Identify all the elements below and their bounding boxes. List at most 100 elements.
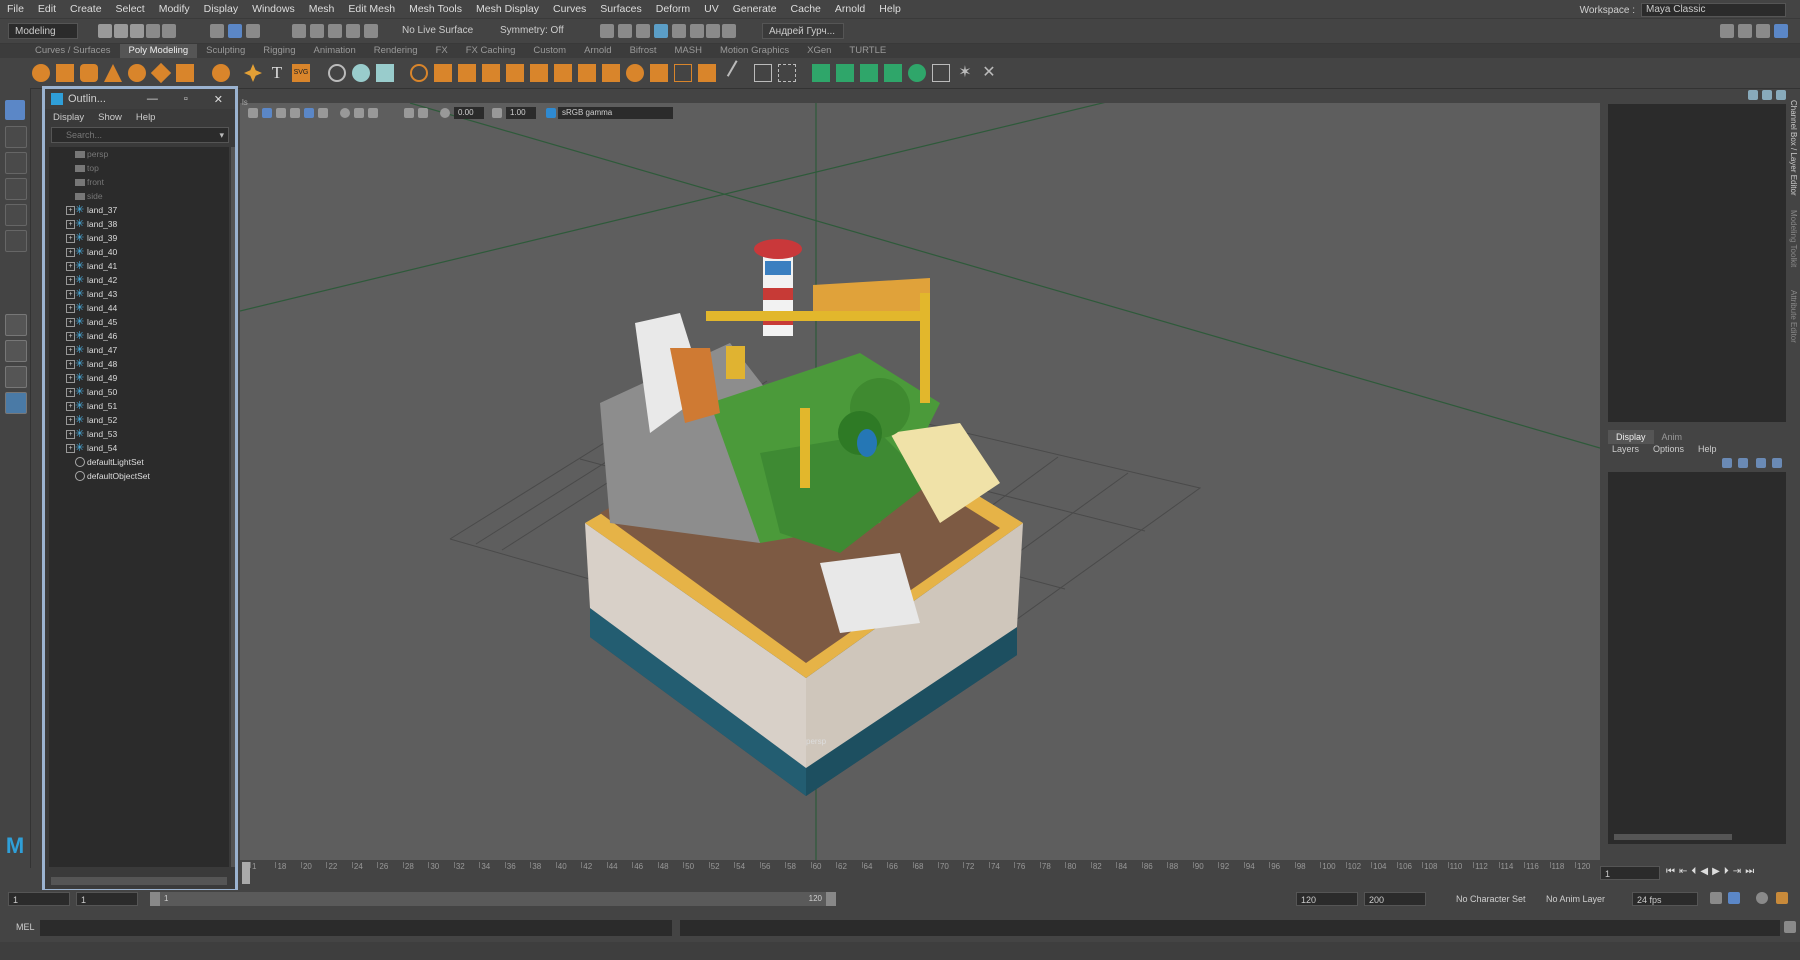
menu-deform[interactable]: Deform: [649, 0, 697, 18]
fps-dropdown[interactable]: 24 fps: [1632, 892, 1698, 906]
expand-icon[interactable]: +: [66, 416, 75, 425]
gamma-field[interactable]: 1.00: [506, 107, 536, 119]
shelf-tab-turtle[interactable]: TURTLE: [840, 44, 895, 58]
outliner-horizontal-scrollbar[interactable]: [51, 877, 227, 885]
outliner-menu-help[interactable]: Help: [136, 112, 156, 123]
menu-select[interactable]: Select: [109, 0, 152, 18]
mirror-icon[interactable]: [554, 64, 572, 82]
open-scene-icon[interactable]: [114, 24, 128, 38]
four-view-layout-icon[interactable]: [5, 340, 27, 362]
expand-icon[interactable]: +: [66, 388, 75, 397]
outliner-layout-icon[interactable]: [5, 392, 27, 414]
scale-tool-icon[interactable]: [5, 230, 27, 252]
menu-cache[interactable]: Cache: [784, 0, 828, 18]
layer-tab-display[interactable]: Display: [1608, 430, 1654, 444]
menu-edit-mesh[interactable]: Edit Mesh: [341, 0, 402, 18]
shelf-tab-arnold[interactable]: Arnold: [575, 44, 620, 58]
shadows-icon[interactable]: [318, 108, 328, 118]
sculpt-tool-icon[interactable]: [328, 64, 346, 82]
shelf-tab-curves-surfaces[interactable]: Curves / Surfaces: [26, 44, 120, 58]
attribute-editor-toggle-icon[interactable]: [1738, 24, 1752, 38]
outliner-item[interactable]: front: [49, 175, 229, 189]
smooth-icon[interactable]: [506, 64, 524, 82]
exposure-icon[interactable]: [440, 108, 450, 118]
outliner-item[interactable]: + ✳ land_44: [49, 301, 229, 315]
island-model[interactable]: [585, 239, 1023, 796]
poly-torus-icon[interactable]: [128, 64, 146, 82]
sound-icon[interactable]: [1756, 892, 1768, 904]
outliner-item[interactable]: + ✳ land_53: [49, 427, 229, 441]
animation-start-field[interactable]: 1: [8, 892, 70, 906]
side-tab-channel-box-layer-editor[interactable]: Channel Box / Layer Editor: [1789, 100, 1798, 196]
outliner-vertical-scrollbar[interactable]: [231, 147, 235, 867]
persp-outliner-layout-icon[interactable]: [5, 366, 27, 388]
new-empty-layer-icon[interactable]: [1756, 458, 1766, 468]
expand-icon[interactable]: +: [66, 318, 75, 327]
command-language-toggle[interactable]: MEL: [16, 922, 35, 932]
menu-mesh-display[interactable]: Mesh Display: [469, 0, 546, 18]
current-frame-field[interactable]: 1: [1600, 866, 1660, 880]
outliner-title-bar[interactable]: Outlin... — ▫ ✕: [45, 89, 235, 109]
move-layer-up-icon[interactable]: [1722, 458, 1732, 468]
hypershade-icon[interactable]: [690, 24, 704, 38]
poly-platonic-icon[interactable]: [212, 64, 230, 82]
offset-edge-loop-icon[interactable]: [778, 64, 796, 82]
attribute-mode-icon[interactable]: [1762, 90, 1772, 100]
spin-icon[interactable]: ✶: [956, 64, 974, 82]
redo-icon[interactable]: [162, 24, 176, 38]
workspace-dropdown[interactable]: Maya Classic: [1641, 3, 1786, 17]
bevel-icon[interactable]: [650, 64, 668, 82]
expand-icon[interactable]: +: [66, 444, 75, 453]
menu-help[interactable]: Help: [872, 0, 908, 18]
outliner-item[interactable]: + ✳ land_39: [49, 231, 229, 245]
outliner-item[interactable]: + ✳ land_46: [49, 329, 229, 343]
step-forward-frame-icon[interactable]: ⏵: [1724, 866, 1729, 880]
shelf-tab-animation[interactable]: Animation: [304, 44, 364, 58]
outliner-item[interactable]: + ✳ land_48: [49, 357, 229, 371]
shelf-tab-sculpting[interactable]: Sculpting: [197, 44, 254, 58]
step-back-frame-icon[interactable]: ⏴: [1691, 866, 1696, 880]
anim-layer-dropdown[interactable]: No Anim Layer: [1546, 892, 1605, 906]
outliner-item[interactable]: side: [49, 189, 229, 203]
outliner-item[interactable]: top: [49, 161, 229, 175]
layer-horizontal-scrollbar[interactable]: [1614, 834, 1732, 840]
extrude-icon[interactable]: [602, 64, 620, 82]
snap-plane-icon[interactable]: [346, 24, 360, 38]
outliner-item[interactable]: + ✳ land_37: [49, 203, 229, 217]
expand-icon[interactable]: +: [66, 248, 75, 257]
expand-icon[interactable]: +: [66, 402, 75, 411]
outliner-item[interactable]: + ✳ land_54: [49, 441, 229, 455]
side-tab-modeling-toolkit[interactable]: Modeling Toolkit: [1789, 210, 1798, 267]
paint-select-tool-icon[interactable]: [5, 152, 27, 174]
arnold-render-icon[interactable]: [706, 24, 720, 38]
flip-icon[interactable]: [932, 64, 950, 82]
outliner-item[interactable]: + ✳ land_42: [49, 273, 229, 287]
measure-tool-icon[interactable]: [352, 64, 370, 82]
outliner-item[interactable]: + ✳ land_51: [49, 399, 229, 413]
expand-icon[interactable]: +: [66, 332, 75, 341]
layer-menu-layers[interactable]: Layers: [1612, 444, 1639, 454]
chevron-down-icon[interactable]: ▾: [219, 128, 224, 142]
perspective-viewport[interactable]: persp: [240, 103, 1600, 860]
menu-arnold[interactable]: Arnold: [828, 0, 872, 18]
menu-modify[interactable]: Modify: [152, 0, 197, 18]
booleans-icon[interactable]: [482, 64, 500, 82]
move-tool-icon[interactable]: [5, 178, 27, 200]
shelf-tab-motion-graphics[interactable]: Motion Graphics: [711, 44, 798, 58]
outliner-item[interactable]: + ✳ land_47: [49, 343, 229, 357]
playback-end-field[interactable]: 120: [1296, 892, 1358, 906]
textured-icon[interactable]: [290, 108, 300, 118]
menu-file[interactable]: File: [0, 0, 31, 18]
isolate-select-icon[interactable]: [404, 108, 414, 118]
outliner-item[interactable]: persp: [49, 147, 229, 161]
layer-tab-anim[interactable]: Anim: [1654, 430, 1691, 444]
view-transform-dropdown[interactable]: sRGB gamma: [558, 107, 673, 119]
poly-disc-icon[interactable]: [176, 64, 194, 82]
expand-icon[interactable]: +: [66, 262, 75, 271]
multi-cut-icon[interactable]: [726, 60, 754, 86]
ipr-render-icon[interactable]: [654, 24, 668, 38]
step-forward-key-icon[interactable]: ⇥: [1733, 866, 1741, 880]
shelf-tab-poly-modeling[interactable]: Poly Modeling: [119, 44, 198, 58]
collapse-icon[interactable]: [860, 64, 878, 82]
animation-end-field[interactable]: 200: [1364, 892, 1426, 906]
